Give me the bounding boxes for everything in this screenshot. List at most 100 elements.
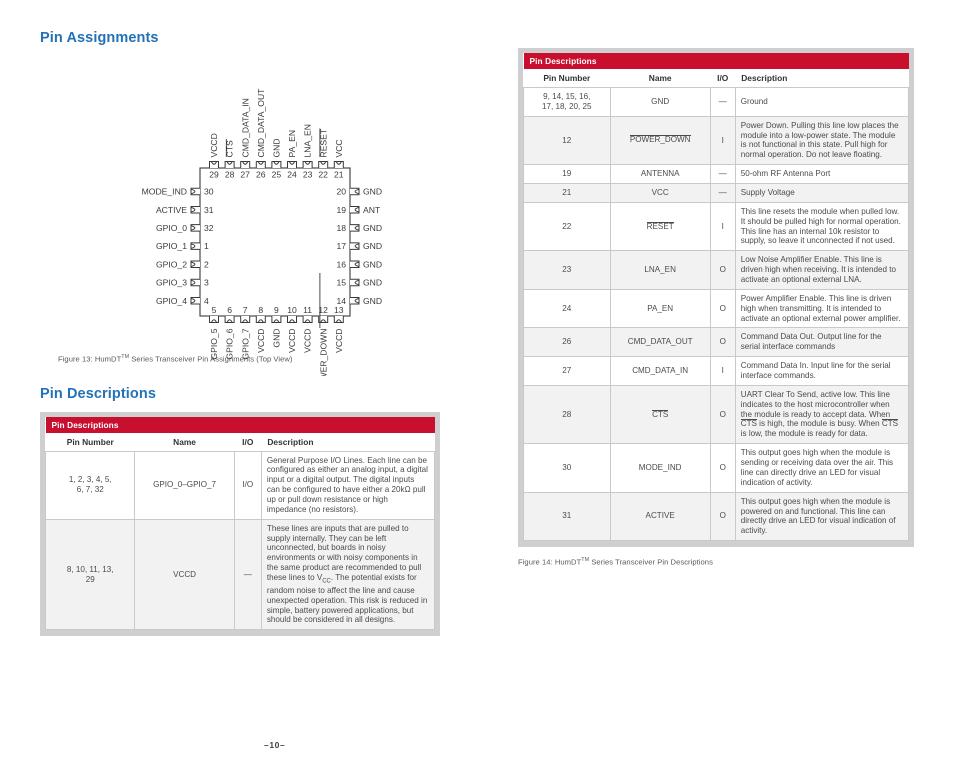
cell-io: O <box>709 491 736 542</box>
cell-pin-number: 31 <box>523 491 611 542</box>
pin-label-CMD_DATA_OUT-26: CMD_DATA_OUT <box>256 88 266 158</box>
pin-pad-6 <box>224 316 235 323</box>
col-header-pin-number: Pin Number <box>523 69 611 88</box>
cell-description: This line resets the module when pulled … <box>734 201 910 252</box>
table-left-head: Pin Descriptions Pin Number Name I/O Des… <box>45 416 435 452</box>
cell-io: O <box>709 443 736 493</box>
cell-name: POWER_DOWN <box>609 115 711 166</box>
pin-label-LNA_EN-23: LNA_EN <box>303 124 313 157</box>
cell-description: These lines are inputs that are pulled t… <box>260 518 436 631</box>
table-row: 8, 10, 11, 13, 29 VCCD — These lines are inp… <box>44 518 436 631</box>
col-header-io: I/O <box>234 432 262 452</box>
pin-number-22: 22 <box>318 170 328 180</box>
cell-pin-number: 23 <box>523 250 611 290</box>
figure-14-caption-prefix: Figure 14: HumDT <box>518 557 582 567</box>
package-body-outline <box>199 167 351 317</box>
pin-pad-32 <box>190 224 200 232</box>
pin-pad-24 <box>287 161 297 168</box>
pin-pad-16 <box>350 260 360 269</box>
pin-number-32: 32 <box>204 223 214 233</box>
pin-pad-19 <box>350 205 360 214</box>
cell-name: LNA_EN <box>609 250 711 290</box>
pin-pad-27 <box>240 161 251 168</box>
cell-io: — <box>709 87 736 117</box>
cell-name: CMD_DATA_OUT <box>609 327 711 358</box>
pin-label-GPIO_2-2: GPIO_2 <box>156 259 187 269</box>
pin-label-GND-20: GND <box>363 187 382 197</box>
cell-name: ACTIVE <box>609 491 711 542</box>
pin-pad-26 <box>255 161 266 168</box>
cell-name: CTS <box>609 384 711 445</box>
cell-io: — <box>709 164 736 185</box>
table-row: 24 PA_EN O Power Amplifier Enable. This lin… <box>523 288 910 329</box>
pin-number-7: 7 <box>243 305 248 315</box>
cell-description: Ground <box>734 87 910 117</box>
table-row: 28 CTS O UART Clear To Send, active low. Th… <box>523 384 910 445</box>
pin-label-GPIO_4-4: GPIO_4 <box>156 296 187 306</box>
pin-label-GND-17: GND <box>363 241 382 251</box>
cell-description: Low Noise Amplifier Enable. This line is… <box>734 250 910 290</box>
pin-label-GPIO_7-7: GPIO_7 <box>240 328 250 359</box>
cell-io: I/O <box>233 450 262 520</box>
table-right-head: Pin Descriptions Pin Number Name I/O Des… <box>523 53 909 88</box>
cell-pin-number: 12 <box>523 115 611 166</box>
col-header-description: Description <box>735 69 909 88</box>
pin-pad-9 <box>271 316 282 323</box>
pin-number-13: 13 <box>334 305 344 315</box>
pin-number-10: 10 <box>287 305 297 315</box>
pin-number-20: 20 <box>336 187 346 197</box>
cell-io: O <box>709 384 736 445</box>
cell-description: Power Down. Pulling this line low places… <box>734 115 910 166</box>
pin-pad-4 <box>190 296 200 305</box>
cell-name: PA_EN <box>609 288 711 329</box>
table-row: 27 CMD_DATA_IN I Command Data In. Input lin… <box>523 356 910 386</box>
cell-pin-number: 26 <box>523 327 611 358</box>
cell-name: ANTENNA <box>609 164 711 185</box>
cell-description: 50-ohm RF Antenna Port <box>734 164 910 185</box>
pin-pad-30 <box>190 187 200 196</box>
table-right-body: 9, 14, 15, 16, 17, 18, 20, 25 GND — Ground 12… <box>523 87 910 542</box>
pin-number-16: 16 <box>336 259 346 269</box>
cell-description: General Purpose I/O Lines. Each line can… <box>260 450 436 520</box>
pin-label-CMD_DATA_IN-27: CMD_DATA_IN <box>240 98 250 157</box>
pin-label-VCCD-10: VCCD <box>287 329 297 353</box>
cell-pin-number: 30 <box>523 443 611 493</box>
pin-label-VCC-21: VCC <box>334 139 344 157</box>
pin-label-MODE_IND-30: MODE_IND <box>142 187 187 197</box>
pin-label-POWER_DOWN-12: POWER_DOWN <box>318 329 328 377</box>
pin-number-14: 14 <box>336 296 346 306</box>
pin-number-23: 23 <box>303 170 313 180</box>
pin-label-GPIO_3-3: GPIO_3 <box>156 278 187 288</box>
pin-number-21: 21 <box>334 170 344 180</box>
col-header-name: Name <box>134 432 235 452</box>
pin-pad-20 <box>350 187 360 196</box>
cell-description: Command Data In. Input line for the seri… <box>734 356 910 386</box>
pin-descriptions-table-left-frame: Pin Descriptions Pin Number Name I/O Des… <box>40 411 440 637</box>
pin-label-PA_EN-24: PA_EN <box>287 130 297 158</box>
cell-pin-number: 1, 2, 3, 4, 5, 6, 7, 32 <box>44 450 136 520</box>
pin-pad-28 <box>224 161 235 168</box>
cell-description: UART Clear To Send, active low. This lin… <box>734 384 910 445</box>
table-row: 19 ANTENNA —50-ohm RF Antenna Port <box>523 164 910 185</box>
pin-pad-3 <box>190 278 200 287</box>
cell-name: GPIO_0–GPIO_7 <box>134 450 235 520</box>
pin-label-VCCD-13: VCCD <box>334 329 344 353</box>
cell-pin-number: 9, 14, 15, 16, 17, 18, 20, 25 <box>523 87 611 117</box>
table-title: Pin Descriptions <box>523 53 909 69</box>
pin-label-ANT-19: ANT <box>363 205 381 215</box>
pin-pad-22 <box>318 161 329 168</box>
col-header-pin-number: Pin Number <box>45 432 135 452</box>
table-left-body: 1, 2, 3, 4, 5, 6, 7, 32 GPIO_0–GPIO_7 I/O Ge… <box>44 450 436 631</box>
table-row: 22 RESET I This line resets the module when… <box>523 201 910 252</box>
cell-pin-number: 24 <box>523 288 611 329</box>
cell-description: Supply Voltage <box>734 183 910 203</box>
cell-pin-number: 22 <box>523 201 611 252</box>
cell-io: I <box>709 115 736 166</box>
table-row: 12 POWER_DOWN I Power Down. Pulling this li… <box>523 115 910 166</box>
pin-number-9: 9 <box>274 305 279 315</box>
cell-io: I <box>709 356 736 386</box>
pin-pad-15 <box>350 278 360 287</box>
cell-name: MODE_IND <box>609 443 711 493</box>
cell-io: — <box>709 183 736 203</box>
table-title-row: Pin Descriptions <box>523 53 909 69</box>
